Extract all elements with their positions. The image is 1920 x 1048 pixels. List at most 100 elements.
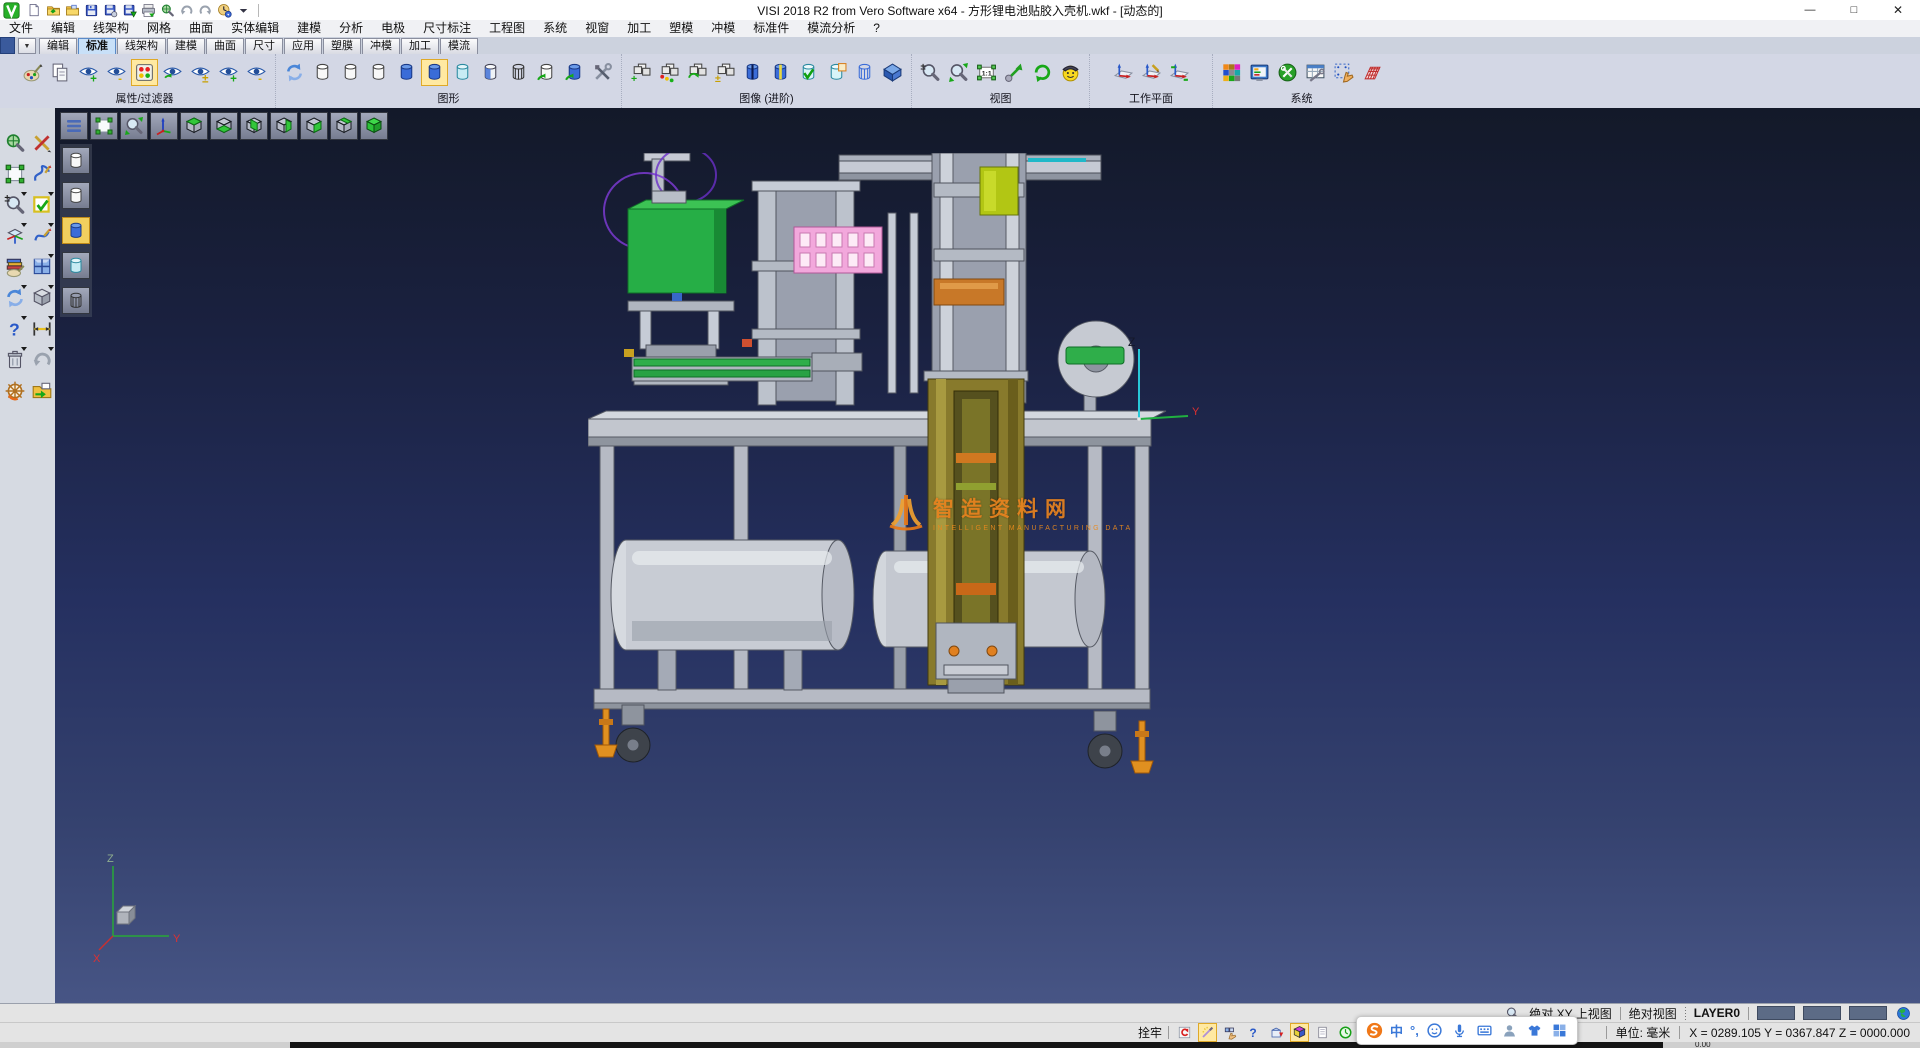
rotate-view-button[interactable] xyxy=(1029,59,1056,86)
tab-1[interactable]: 标准 xyxy=(78,38,116,54)
modify-curve-button[interactable] xyxy=(29,223,54,248)
quick-access-dropdown[interactable] xyxy=(235,2,252,19)
absolute-view-label[interactable]: 绝对视图 xyxy=(1629,1005,1677,1022)
view-back-button[interactable] xyxy=(240,112,268,140)
hide-entities-button[interactable]: - xyxy=(103,59,130,86)
zoom-in-out-button[interactable]: ± xyxy=(917,59,944,86)
view-corner-button[interactable] xyxy=(330,112,358,140)
zoom-1-1-button[interactable]: 1:1 xyxy=(973,59,1000,86)
menu-item-13[interactable]: 加工 xyxy=(618,20,660,37)
ime-account-button[interactable] xyxy=(1501,1022,1519,1040)
menu-item-1[interactable]: 编辑 xyxy=(42,20,84,37)
display-wireframe-button[interactable] xyxy=(62,147,90,174)
ime-toolbox-button[interactable] xyxy=(1551,1022,1569,1040)
selection-filters-button[interactable] xyxy=(131,59,158,86)
ime-keyboard-button[interactable] xyxy=(1476,1022,1494,1040)
menu-item-10[interactable]: 工程图 xyxy=(480,20,534,37)
view-menu-button[interactable] xyxy=(60,112,88,140)
attributes-button[interactable] xyxy=(19,59,46,86)
delete-button[interactable] xyxy=(2,347,27,372)
menu-item-17[interactable]: 模流分析 xyxy=(798,20,864,37)
adv-show-button[interactable]: + xyxy=(627,59,654,86)
attributes-stack-button[interactable] xyxy=(2,254,27,279)
workplane-align-button[interactable] xyxy=(1166,59,1193,86)
table-settings-button[interactable] xyxy=(1302,59,1329,86)
tab-7[interactable]: 塑膜 xyxy=(323,38,361,54)
zoom-options-button[interactable]: ± xyxy=(2,192,27,217)
menu-item-5[interactable]: 实体编辑 xyxy=(222,20,288,37)
ime-voice-button[interactable] xyxy=(1451,1022,1469,1040)
hatched-view-button[interactable] xyxy=(505,59,532,86)
annotate-solid-button[interactable] xyxy=(823,59,850,86)
show-all-button[interactable]: + xyxy=(215,59,242,86)
new-file-button[interactable] xyxy=(26,2,43,19)
solid-display-button[interactable] xyxy=(879,59,906,86)
maximize-button[interactable]: □ xyxy=(1832,0,1876,20)
ime-toolbar[interactable]: 中 °, xyxy=(1356,1016,1578,1045)
show-entities-button[interactable]: + xyxy=(75,59,102,86)
tab-0[interactable]: 编辑 xyxy=(39,38,77,54)
workplane-edit-button[interactable] xyxy=(1138,59,1165,86)
file-manager-button[interactable] xyxy=(29,378,54,403)
zoom-selected-button[interactable] xyxy=(1001,59,1028,86)
menu-item-8[interactable]: 电极 xyxy=(372,20,414,37)
viewport-3d[interactable]: Z Y 智造资料网 INTELLIGENT MANUFACTURING DATA… xyxy=(55,108,1920,1004)
ime-emoji-button[interactable] xyxy=(1426,1022,1444,1040)
print-button[interactable] xyxy=(140,2,157,19)
view-cube-toggle-button[interactable] xyxy=(1290,1023,1309,1042)
menu-item-4[interactable]: 曲面 xyxy=(180,20,222,37)
layer-indicator[interactable]: LAYER0 xyxy=(1694,1006,1740,1020)
import-file-button[interactable] xyxy=(64,2,81,19)
menu-item-9[interactable]: 尺寸标注 xyxy=(414,20,480,37)
validate-solid-button[interactable] xyxy=(795,59,822,86)
save-button[interactable] xyxy=(83,2,100,19)
open-file-button[interactable] xyxy=(45,2,62,19)
minimize-button[interactable]: — xyxy=(1788,0,1832,20)
undo-button[interactable] xyxy=(178,2,195,19)
lock-label[interactable]: 拴牢 xyxy=(1138,1024,1162,1041)
undo-tool-button[interactable] xyxy=(29,347,54,372)
tab-8[interactable]: 冲模 xyxy=(362,38,400,54)
regenerate-button[interactable] xyxy=(2,285,27,310)
tab-9[interactable]: 加工 xyxy=(401,38,439,54)
display-settings-button[interactable] xyxy=(1246,59,1273,86)
window-select-button[interactable] xyxy=(2,161,27,186)
menu-item-18[interactable]: ? xyxy=(864,20,889,37)
tab-4[interactable]: 曲面 xyxy=(206,38,244,54)
refresh-visibility-button[interactable] xyxy=(159,59,186,86)
menu-item-6[interactable]: 建模 xyxy=(288,20,330,37)
layers-window-button[interactable] xyxy=(29,254,54,279)
view-orientation-button[interactable] xyxy=(1057,59,1084,86)
workplane-standard-button[interactable] xyxy=(1110,59,1137,86)
ime-mode-toggle[interactable]: 中 xyxy=(1390,1022,1403,1040)
render-settings-button[interactable] xyxy=(589,59,616,86)
menu-item-14[interactable]: 塑模 xyxy=(660,20,702,37)
copy-attributes-button[interactable] xyxy=(47,59,74,86)
half-shaded-view-button[interactable] xyxy=(477,59,504,86)
hide-all-button[interactable]: - xyxy=(243,59,270,86)
erase-entity-button[interactable] xyxy=(29,130,54,155)
view-left-button[interactable] xyxy=(270,112,298,140)
mesh-view-button[interactable] xyxy=(851,59,878,86)
menu-item-2[interactable]: 线架构 xyxy=(84,20,138,37)
system-options-button[interactable] xyxy=(1274,59,1301,86)
display-transparent-button[interactable] xyxy=(62,252,90,279)
tab-home-button[interactable] xyxy=(0,37,15,54)
workplane-view-button[interactable] xyxy=(150,112,178,140)
menu-item-15[interactable]: 冲模 xyxy=(702,20,744,37)
redo-button[interactable] xyxy=(197,2,214,19)
section-view-button[interactable] xyxy=(739,59,766,86)
history-button[interactable] xyxy=(216,2,233,19)
dynamic-render-button[interactable] xyxy=(533,59,560,86)
grid-snap-button[interactable] xyxy=(1221,1023,1240,1042)
menu-item-3[interactable]: 网格 xyxy=(138,20,180,37)
workplane-button[interactable] xyxy=(2,223,27,248)
selection-settings-button[interactable] xyxy=(1330,59,1357,86)
view-bottom-button[interactable] xyxy=(210,112,238,140)
color-settings-button[interactable] xyxy=(1218,59,1245,86)
preview-button[interactable] xyxy=(159,2,176,19)
pick-tool-button[interactable] xyxy=(1198,1023,1217,1042)
render-update-button[interactable] xyxy=(561,59,588,86)
save-as-button[interactable] xyxy=(102,2,119,19)
ime-punctuation-toggle[interactable]: °, xyxy=(1410,1022,1419,1040)
